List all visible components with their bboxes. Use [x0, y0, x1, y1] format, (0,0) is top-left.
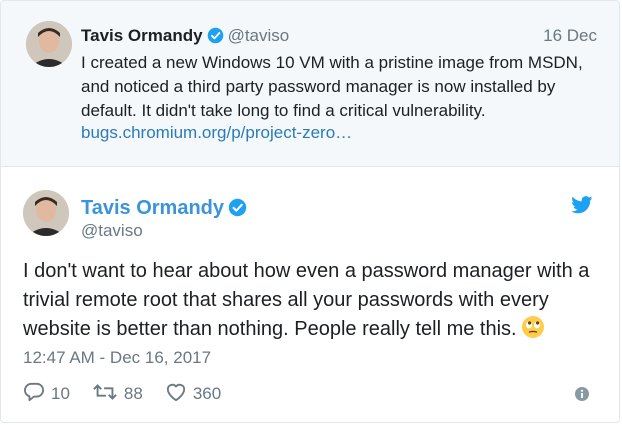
tweet-text-body: I don't want to hear about how even a pa… — [23, 260, 590, 340]
author-name-text[interactable]: Tavis Ormandy — [81, 197, 224, 219]
verified-badge-icon — [207, 27, 224, 49]
like-count: 360 — [192, 384, 222, 403]
twitter-bird-icon[interactable] — [571, 196, 593, 219]
rolling-eyes-emoji-icon — [521, 315, 545, 348]
quoted-link[interactable]: bugs.chromium.org/p/project-zero… — [81, 123, 352, 143]
author-name[interactable]: Tavis Ormandy — [81, 197, 247, 223]
quoted-date[interactable]: 16 Dec — [543, 26, 597, 46]
retweet-count: 88 — [123, 384, 143, 403]
reply-icon — [23, 382, 51, 407]
quoted-author-handle[interactable]: @taviso — [228, 26, 290, 45]
heart-icon — [165, 382, 193, 407]
quoted-tweet[interactable]: Tavis Ormandy @taviso 16 Dec I created a … — [1, 1, 619, 167]
quoted-avatar[interactable] — [26, 21, 72, 67]
tweet-embed: Tavis Ormandy @taviso 16 Dec I created a … — [0, 0, 620, 423]
info-icon[interactable] — [575, 387, 589, 406]
author-handle[interactable]: @taviso — [81, 221, 143, 241]
quoted-header: Tavis Ormandy @taviso 16 Dec — [81, 26, 597, 48]
retweet-button[interactable]: 88 — [92, 382, 143, 407]
reply-button[interactable]: 10 — [23, 382, 70, 407]
quoted-author-name[interactable]: Tavis Ormandy — [81, 26, 203, 45]
quoted-text: I created a new Windows 10 VM with a pri… — [81, 53, 583, 120]
tweet-text: I don't want to hear about how even a pa… — [23, 257, 603, 348]
retweet-icon — [92, 382, 124, 407]
tweet-actions: 10 88 360 — [23, 381, 243, 407]
verified-badge-icon — [228, 198, 247, 223]
author-avatar[interactable] — [23, 190, 69, 236]
reply-count: 10 — [51, 384, 70, 403]
tweet-timestamp[interactable]: 12:47 AM - Dec 16, 2017 — [23, 348, 211, 368]
like-button[interactable]: 360 — [165, 382, 221, 407]
